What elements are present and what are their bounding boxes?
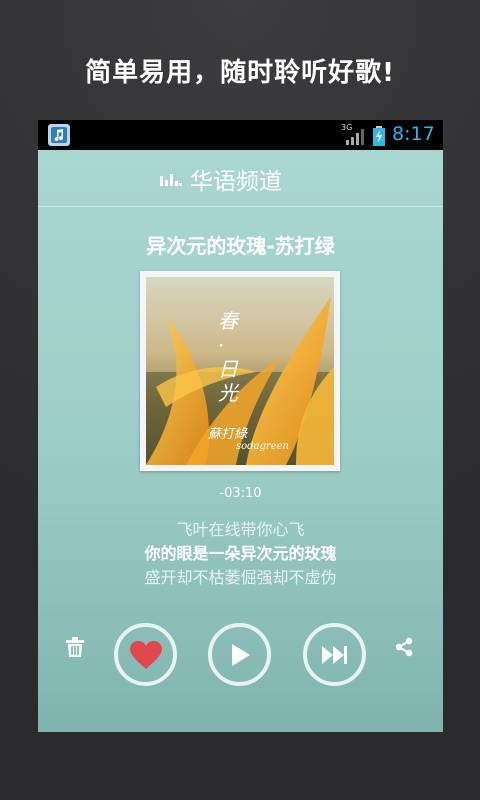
trash-icon[interactable]	[66, 637, 84, 657]
like-button[interactable]	[114, 623, 177, 686]
album-cover-frame: 春·日光 蘇打綠 sodagreen	[140, 271, 340, 471]
equalizer-icon	[160, 174, 182, 186]
lyric-current-line: 你的眼是一朵异次元的玫瑰	[144, 544, 337, 563]
signal-icon	[346, 129, 364, 145]
channel-title: 华语频道	[190, 169, 282, 195]
heart-icon	[129, 640, 162, 669]
status-clock: 8:17	[392, 123, 435, 145]
play-icon	[231, 643, 250, 666]
promo-title: 简单易用，随时聆听好歌!	[85, 58, 395, 88]
channel-header[interactable]: 华语频道	[38, 150, 443, 207]
next-track-button[interactable]	[303, 623, 366, 686]
skip-next-icon	[321, 645, 347, 664]
play-button[interactable]	[208, 623, 271, 686]
album-cover: 春·日光 蘇打綠 sodagreen	[146, 277, 334, 465]
player-screen: 华语频道 异次元的玫瑰-苏打绿 春·日光 蘇打綠 sodagreen -03:1…	[38, 150, 443, 732]
lyric-previous-line: 飞叶在线带你心飞	[176, 520, 305, 539]
status-bar: 3G 8:17	[38, 120, 443, 150]
share-icon[interactable]	[395, 637, 413, 657]
album-cover-artist-latin: sodagreen	[236, 441, 289, 452]
battery-charging-icon	[373, 126, 385, 146]
lyric-next-line: 盛开却不枯萎倔强却不虚伪	[144, 568, 337, 587]
album-cover-artist: 蘇打綠	[208, 427, 248, 442]
song-title: 异次元的玫瑰-苏打绿	[146, 234, 335, 258]
phone-screenshot: 3G 8:17 华语频道 异次元的玫瑰-苏打绿 春·日光 蘇打綠 sodagre…	[38, 120, 443, 732]
music-app-icon	[48, 124, 70, 146]
time-remaining: -03:10	[219, 486, 262, 501]
album-cover-title: 春·日光	[218, 309, 238, 405]
